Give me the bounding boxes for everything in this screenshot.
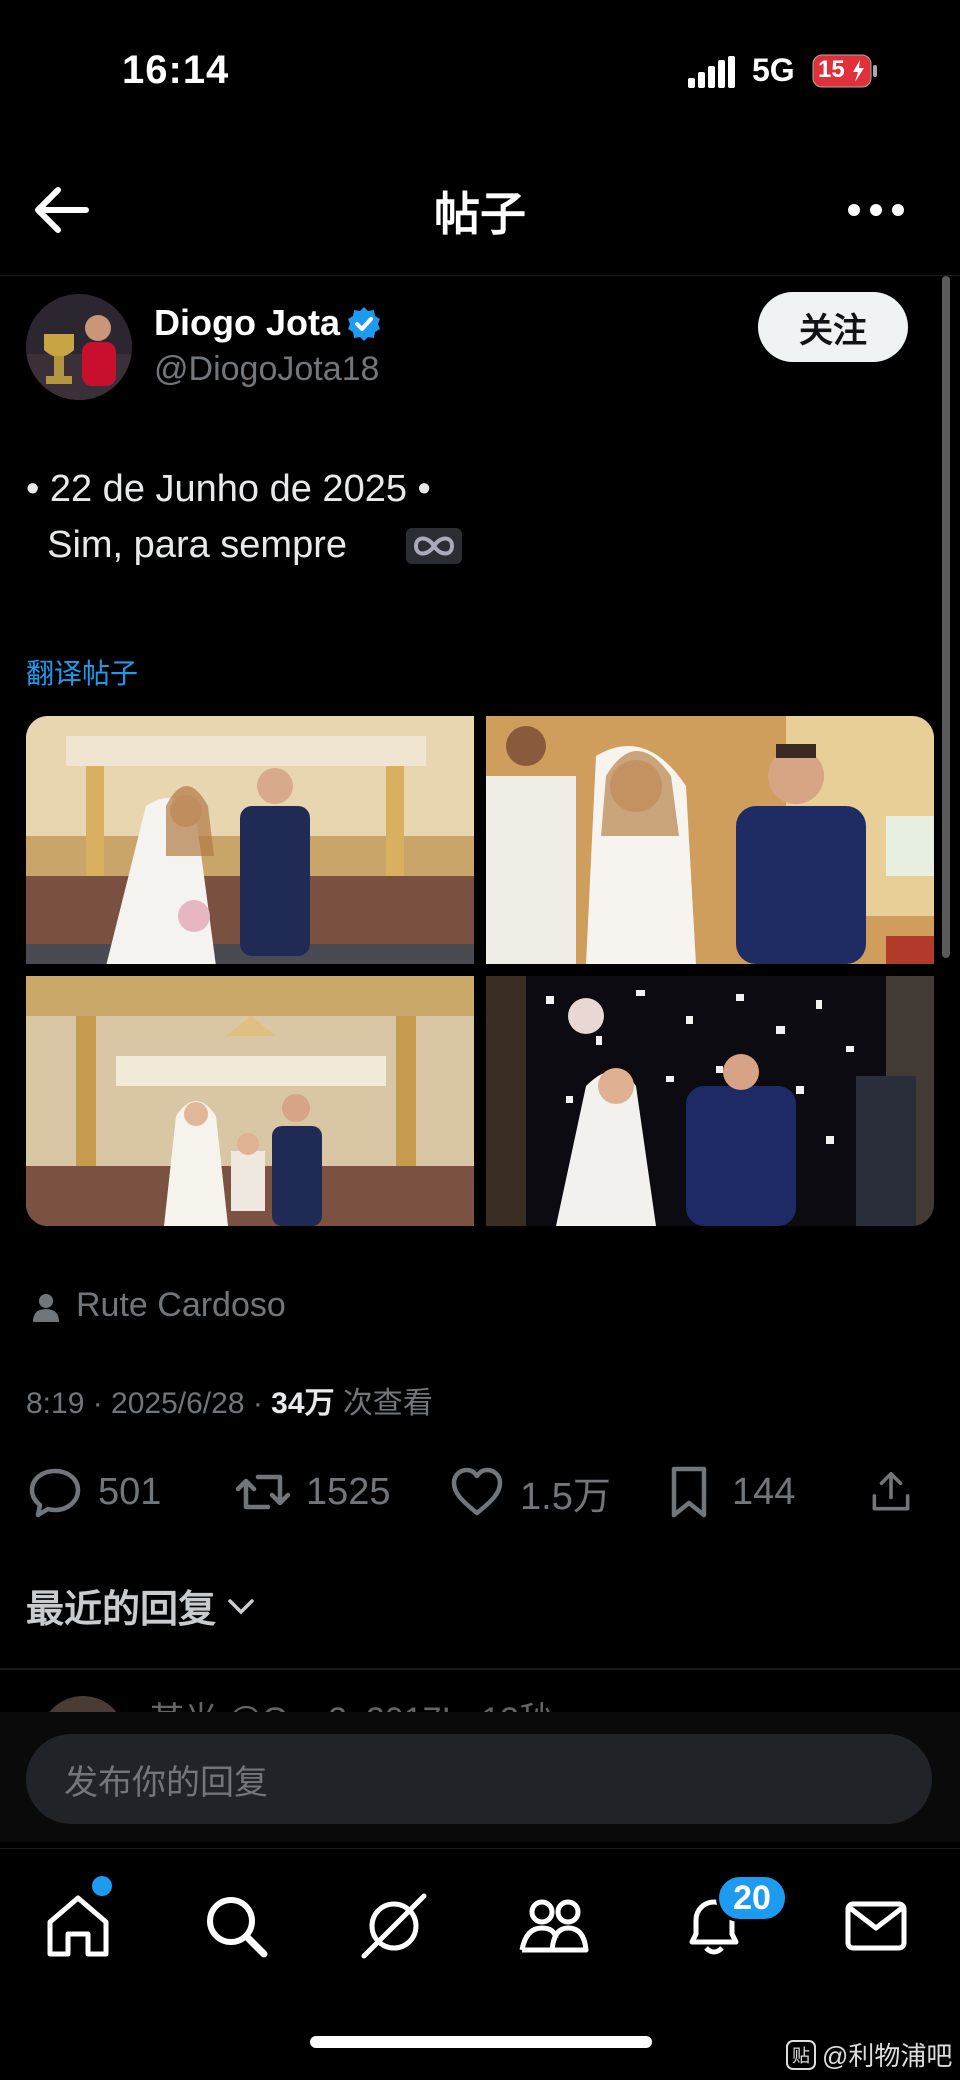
translate-post-link[interactable]: 翻译帖子	[26, 652, 138, 692]
signal-icon	[688, 56, 735, 88]
home-icon[interactable]	[42, 1890, 114, 1962]
reply-input-placeholder: 发布你的回复	[64, 1763, 268, 1802]
chevron-down-icon	[228, 1598, 254, 1614]
author-handle[interactable]: @DiogoJota18	[154, 350, 379, 389]
search-icon[interactable]	[200, 1890, 272, 1962]
more-dots-icon[interactable]	[846, 188, 906, 232]
reply-input[interactable]: 发布你的回复	[26, 1734, 932, 1824]
bookmark-icon	[671, 1466, 707, 1518]
bookmark-count: 144	[732, 1470, 796, 1513]
post-photo[interactable]	[26, 976, 474, 1226]
communities-icon[interactable]	[518, 1890, 590, 1962]
repost-icon	[235, 1474, 291, 1510]
like-button[interactable]: 1.5万	[448, 1460, 611, 1524]
watermark: 贴 @利物浦吧	[786, 2036, 952, 2073]
share-button[interactable]	[868, 1460, 928, 1524]
divider	[0, 1668, 960, 1670]
avatar[interactable]	[26, 294, 132, 400]
watermark-icon: 贴	[786, 2039, 816, 2070]
battery-icon: 15	[812, 54, 878, 88]
grok-icon[interactable]	[358, 1890, 430, 1962]
reply-button[interactable]: 501	[26, 1460, 161, 1524]
bookmark-button[interactable]: 144	[660, 1460, 795, 1524]
view-label: 次查看	[334, 1387, 433, 1420]
author-name[interactable]: Diogo Jota	[154, 302, 340, 344]
post-meta: 8:19 · 2025/6/28 · 34万 次查看	[26, 1378, 433, 1422]
like-count: 1.5万	[520, 1475, 611, 1518]
post-timestamp: 8:19 · 2025/6/28 ·	[26, 1387, 272, 1420]
reply-icon	[29, 1468, 81, 1518]
home-unread-dot	[92, 1876, 112, 1896]
arrow-left-icon[interactable]	[30, 180, 94, 240]
tagged-user[interactable]: Rute Cardoso	[76, 1286, 286, 1325]
network-type: 5G	[752, 52, 795, 88]
watermark-text: @利物浦吧	[822, 2041, 953, 2071]
recent-replies-sort[interactable]: 最近的回复	[26, 1578, 258, 1633]
battery-level: 15	[818, 56, 845, 83]
verified-badge-icon	[348, 307, 380, 341]
status-time: 16:14	[122, 48, 230, 92]
recent-replies-label: 最近的回复	[26, 1589, 217, 1631]
post-text-line: • 22 de Junho de 2025 •	[26, 468, 431, 510]
post-photo[interactable]	[26, 716, 474, 964]
post-text-line: Sim, para sempre	[26, 524, 347, 566]
person-icon	[33, 1294, 59, 1322]
repost-count: 1525	[306, 1470, 391, 1513]
mail-icon[interactable]	[840, 1890, 912, 1962]
follow-button[interactable]: 关注	[758, 292, 908, 362]
post-photo[interactable]	[486, 716, 934, 964]
repost-button[interactable]: 1525	[234, 1460, 391, 1524]
divider	[0, 275, 960, 276]
infinity-icon	[406, 528, 462, 564]
notification-badge: 20	[716, 1874, 788, 1922]
share-icon	[872, 1471, 910, 1511]
view-count: 34万	[271, 1387, 335, 1420]
heart-icon	[451, 1467, 503, 1516]
reply-count: 501	[98, 1470, 162, 1513]
scrollbar[interactable]	[942, 276, 950, 958]
post-photo[interactable]	[486, 976, 934, 1226]
page-title: 帖子	[434, 188, 526, 240]
home-indicator	[310, 2036, 652, 2048]
